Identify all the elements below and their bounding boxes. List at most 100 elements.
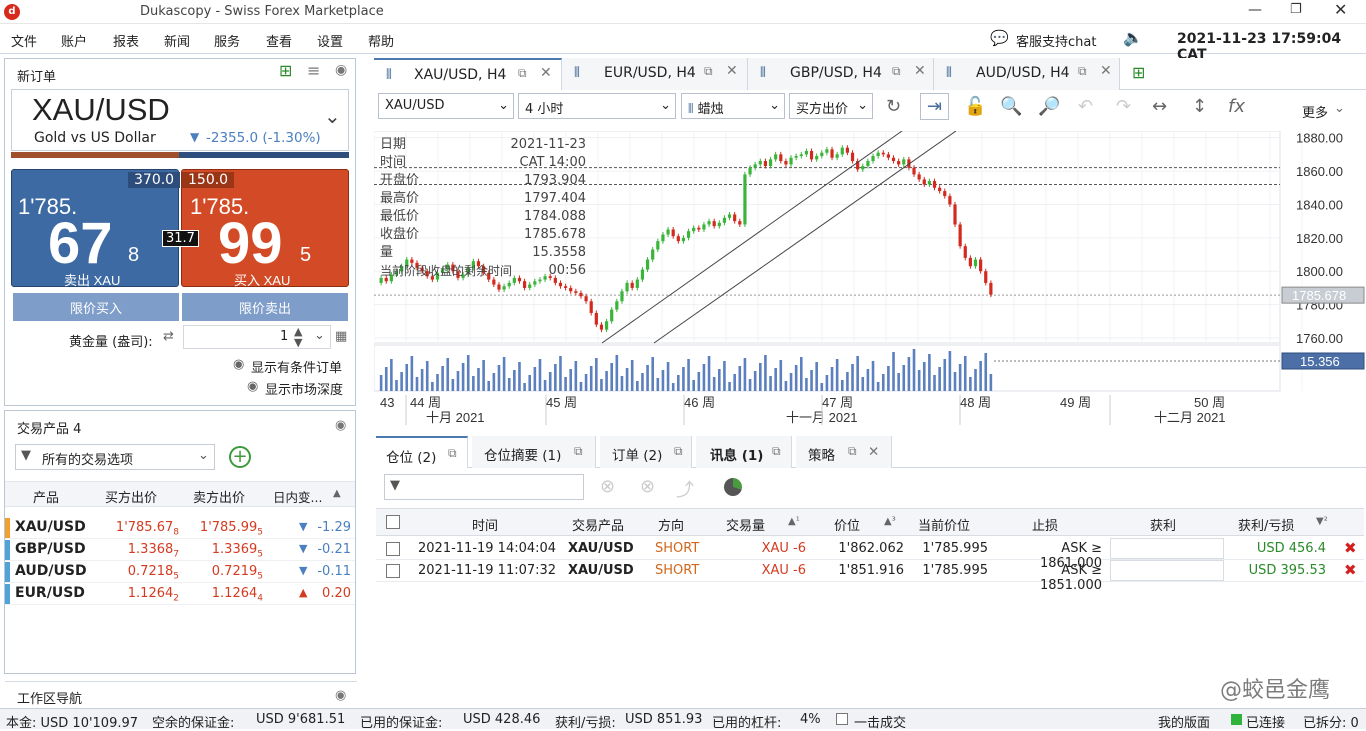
support-chat-link[interactable]: 客服支持chat xyxy=(1016,31,1096,50)
menu-reports[interactable]: 报表 xyxy=(113,31,139,50)
instrument-row[interactable]: AUD/USD 0.72185 0.72195 ▼ -0.11 xyxy=(5,561,355,583)
menu-account[interactable]: 账户 xyxy=(61,31,87,50)
vertical-scale-icon[interactable]: ↕ xyxy=(1192,96,1207,117)
swap-arrows-icon[interactable]: ⇄ xyxy=(163,329,174,344)
col-pl[interactable]: 获利/亏损 xyxy=(1238,515,1294,534)
pie-chart-icon[interactable] xyxy=(724,478,742,496)
popout-icon[interactable]: ⧉ xyxy=(1078,64,1087,79)
row-checkbox[interactable] xyxy=(386,542,400,556)
sell-button[interactable]: 370.0 1'785. 67 8 卖出 XAU xyxy=(11,169,181,288)
close-all-icon[interactable]: ⊗ xyxy=(600,476,615,497)
position-row[interactable]: 2021-11-19 14:04:04 XAU/USD SHORT XAU -6… xyxy=(376,538,1364,571)
menu-help[interactable]: 帮助 xyxy=(368,31,394,50)
menu-file[interactable]: 文件 xyxy=(11,31,37,50)
menu-icon[interactable]: ≡ xyxy=(307,61,320,80)
undo-icon[interactable]: ↶ xyxy=(1078,96,1093,117)
instrument-filter[interactable]: ▼ 所有的交易选项 ⌄ xyxy=(15,444,215,470)
maximize-icon[interactable]: ❐ xyxy=(1290,2,1302,17)
col-stop-loss[interactable]: 止损 xyxy=(1032,515,1058,534)
select-all-checkbox[interactable] xyxy=(386,515,400,529)
zoom-fit-icon[interactable]: 🔎 xyxy=(1038,96,1060,117)
col-change[interactable]: 日内变... xyxy=(273,487,322,506)
refresh-icon[interactable]: ↻ xyxy=(886,96,901,117)
close-icon[interactable]: ✕ xyxy=(914,63,926,79)
popout-icon[interactable]: ⧉ xyxy=(518,66,527,81)
popout-icon[interactable]: ⧉ xyxy=(704,64,713,79)
price-side-select[interactable]: 买方出价 ⌄ xyxy=(789,93,873,119)
my-layout[interactable]: 我的版面 xyxy=(1158,709,1210,731)
close-icon[interactable]: ✕ xyxy=(1100,63,1112,79)
menu-news[interactable]: 新闻 xyxy=(164,31,190,50)
col-bid[interactable]: 买方出价 xyxy=(105,487,157,506)
calculator-icon[interactable]: ▦ xyxy=(335,329,347,344)
tab-position-summary[interactable]: 仓位摘要 (1) ⧉ xyxy=(472,436,596,468)
eye-icon[interactable]: ◉ xyxy=(233,357,244,372)
speaker-icon[interactable]: 🔈 xyxy=(1123,28,1143,47)
chart-type-select[interactable]: ⫴ 蜡烛 ⌄ xyxy=(681,93,785,119)
col-amount[interactable]: 交易量 xyxy=(726,515,765,534)
shift-chart-icon[interactable]: ⇥ xyxy=(920,93,950,120)
tab-gbp-usd[interactable]: ⫴ GBP/USD, H4 ⧉ ✕ xyxy=(748,58,934,90)
row-checkbox[interactable] xyxy=(386,564,400,578)
tab-xau-usd[interactable]: ⫴ XAU/USD, H4 ⧉ ✕ xyxy=(374,58,562,90)
show-market-depth[interactable]: 显示市场深度 xyxy=(265,379,343,398)
close-window-icon[interactable]: ✕ xyxy=(1334,0,1347,19)
tab-eur-usd[interactable]: ⫴ EUR/USD, H4 ⧉ ✕ xyxy=(562,58,748,90)
period-select[interactable]: 4 小时 ⌄ xyxy=(518,93,676,119)
show-conditional-orders[interactable]: 显示有条件订单 xyxy=(251,357,342,376)
eye-icon[interactable]: ◉ xyxy=(335,62,347,78)
limit-sell-button[interactable]: 限价卖出 xyxy=(182,293,348,321)
eye-icon[interactable]: ◉ xyxy=(335,688,346,703)
amount-input[interactable]: 1 ▲ ▼ ⌄ xyxy=(183,325,331,349)
merge-icon[interactable]: ⤴ xyxy=(676,476,694,502)
menu-view[interactable]: 查看 xyxy=(266,31,292,50)
zoom-time-icon[interactable]: 🔍 xyxy=(1000,96,1022,117)
limit-buy-button[interactable]: 限价买入 xyxy=(13,293,179,321)
chat-icon[interactable]: 💬 xyxy=(990,29,1009,47)
popout-icon[interactable]: ⧉ xyxy=(892,64,901,79)
indicator-fx-icon[interactable]: fx xyxy=(1228,96,1245,117)
tab-orders[interactable]: 订单 (2) ⧉ xyxy=(600,436,692,468)
menu-services[interactable]: 服务 xyxy=(214,31,240,50)
menu-settings[interactable]: 设置 xyxy=(317,31,343,50)
col-instrument[interactable]: 交易产品 xyxy=(572,515,624,534)
dropdown-arrow-icon[interactable]: ⌄ xyxy=(314,328,325,343)
col-instrument[interactable]: 产品 xyxy=(33,487,59,506)
tab-aud-usd[interactable]: ⫴ AUD/USD, H4 ⧉ ✕ xyxy=(934,58,1120,90)
symbol-select[interactable]: XAU/USD ⌄ xyxy=(378,93,514,119)
buy-button[interactable]: 150.0 1'785. 99 5 买入 XAU xyxy=(181,169,349,288)
close-icon[interactable]: ✕ xyxy=(726,63,738,79)
lock-icon[interactable]: 🔓 xyxy=(964,96,986,117)
positions-filter-input[interactable]: ▼ xyxy=(384,474,584,500)
chevron-down-icon[interactable]: ⌄ xyxy=(324,104,341,128)
add-chart-icon[interactable]: ⊞ xyxy=(1132,63,1145,82)
eye-icon[interactable]: ◉ xyxy=(247,379,258,394)
col-current-price[interactable]: 当前价位 xyxy=(918,515,970,534)
instrument-row[interactable]: XAU/USD 1'785.678 1'785.995 ▼ -1.29 xyxy=(5,517,355,539)
close-position-icon[interactable]: ✖ xyxy=(1344,539,1357,557)
close-position-icon[interactable]: ✖ xyxy=(1344,561,1357,579)
col-time[interactable]: 时间 xyxy=(472,515,498,534)
symbol-selector[interactable]: XAU/USD Gold vs US Dollar ▼ -2355.0 (-1.… xyxy=(11,89,349,151)
add-icon[interactable]: ⊞ xyxy=(279,61,292,80)
col-take-profit[interactable]: 获利 xyxy=(1150,515,1176,534)
minimize-icon[interactable]: — xyxy=(1248,2,1262,18)
stepper-icon[interactable]: ▲ ▼ xyxy=(294,326,302,348)
instrument-row[interactable]: GBP/USD 1.33687 1.33695 ▼ -0.21 xyxy=(5,539,355,561)
col-ask[interactable]: 卖方出价 xyxy=(193,487,245,506)
tab-positions[interactable]: 仓位 (2) ⧉ xyxy=(376,436,468,468)
tab-strategies[interactable]: 策略 ⧉ ✕ xyxy=(796,436,892,468)
one-click-label[interactable]: 一击成交 xyxy=(854,709,906,731)
position-row[interactable]: 2021-11-19 11:07:32 XAU/USD SHORT XAU -6… xyxy=(376,560,1364,593)
close-selected-icon[interactable]: ⊗ xyxy=(640,476,655,497)
workspace-nav[interactable]: 工作区导航 ◉ xyxy=(5,681,357,711)
one-click-checkbox[interactable] xyxy=(836,713,848,725)
col-direction[interactable]: 方向 xyxy=(658,515,684,534)
redo-icon[interactable]: ↷ xyxy=(1116,96,1131,117)
instrument-row[interactable]: EUR/USD 1.12642 1.12644 ▲ 0.20 xyxy=(5,583,355,605)
eye-icon[interactable]: ◉ xyxy=(335,418,346,433)
more-menu[interactable]: 更多 xyxy=(1302,102,1328,121)
close-icon[interactable]: ✕ xyxy=(540,65,552,81)
horizontal-scale-icon[interactable]: ↔ xyxy=(1152,96,1167,117)
add-instrument-icon[interactable]: + xyxy=(229,446,251,468)
